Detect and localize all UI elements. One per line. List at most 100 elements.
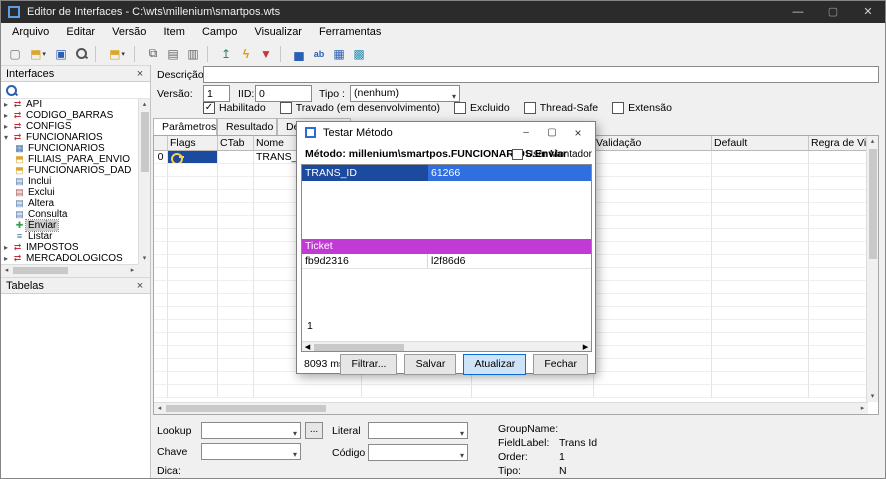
tree-item-api[interactable]: ▸ ⇄ API [1,99,138,110]
grid-cell[interactable] [594,307,712,320]
grid-cell[interactable] [218,359,254,372]
grid-cell[interactable] [218,190,254,203]
filter-funnel-icon[interactable]: ▼ [256,45,276,63]
menu-item[interactable]: Item [156,23,191,41]
tree-item-funcionarios-dad[interactable]: ⬒ FUNCIONARIOS_DAD [1,165,138,176]
grid-cell[interactable] [809,216,868,229]
grid-cell[interactable] [809,385,868,398]
scroll-thumb[interactable] [869,149,877,259]
grid-cell[interactable] [218,177,254,190]
grid-cell[interactable] [168,190,218,203]
fechar-button[interactable]: Fechar [533,354,588,375]
grid-cell[interactable] [712,385,809,398]
lookup-more-button[interactable]: ... [305,422,323,439]
grid-cell[interactable] [168,307,218,320]
search-icon[interactable] [5,84,18,97]
grid-cell[interactable] [809,307,868,320]
grid-column-header[interactable]: Validação [594,136,712,151]
checkbox-habilitado[interactable]: ✓ Habilitado [203,102,266,114]
chevron-right-icon[interactable]: ▸ [1,253,11,264]
lightning-icon[interactable]: ϟ [236,45,256,63]
grid-cell[interactable] [712,229,809,242]
descricao-input[interactable] [203,66,879,83]
grid-column-header[interactable] [154,136,168,151]
grid-cell[interactable] [712,203,809,216]
grid-cell[interactable] [154,242,168,255]
tree-item-inclui[interactable]: ▤ Inclui [1,176,138,187]
grid-column-header[interactable]: Default [712,136,809,151]
scroll-right-icon[interactable]: ▸ [580,342,591,352]
tree-item-codigo-barras[interactable]: ▸ ⇄ CODIGO_BARRAS [1,110,138,121]
grid-cell[interactable] [218,333,254,346]
grid-cell[interactable] [168,255,218,268]
grid-cell[interactable] [712,151,809,164]
tree-item-altera[interactable]: ▤ Altera [1,198,138,209]
grid-cell[interactable] [168,203,218,216]
grid-cell[interactable] [154,385,168,398]
chart-icon[interactable]: ▅ [289,45,309,63]
grid-cell[interactable] [168,294,218,307]
grid-vertical-scrollbar[interactable]: ▴ ▾ [866,136,878,402]
grid-cell[interactable] [218,320,254,333]
open-file-icon[interactable]: ⬒ ▾ [25,45,51,63]
grid-cell[interactable] [168,216,218,229]
tree-item-filiais-para-envio[interactable]: ⬒ FILIAIS_PARA_ENVIO [1,154,138,165]
checkbox-extensao[interactable]: Extensão [612,102,672,114]
checkbox-excluido[interactable]: Excluido [454,102,510,114]
menu-visualizar[interactable]: Visualizar [247,23,309,41]
param-value-cell[interactable]: 61266 [428,165,591,181]
grid-cell[interactable] [594,281,712,294]
grid-cell[interactable] [594,203,712,216]
grid-cell[interactable] [712,242,809,255]
grid-cell[interactable] [168,320,218,333]
grid-cell[interactable] [168,359,218,372]
grid-cell[interactable] [594,346,712,359]
grid-cell[interactable] [168,151,218,164]
grid-cell[interactable] [594,177,712,190]
grid-cell[interactable] [809,203,868,216]
scroll-left-icon[interactable]: ◂ [302,342,313,352]
grid-cell[interactable] [218,255,254,268]
grid-cell[interactable] [594,320,712,333]
scroll-up-icon[interactable]: ▴ [867,136,878,147]
codigo-combo[interactable]: ▾ [368,444,468,461]
grid-cell[interactable] [809,359,868,372]
menu-arquivo[interactable]: Arquivo [5,23,56,41]
grid-cell[interactable] [154,190,168,203]
grid-cell[interactable] [712,307,809,320]
grid-cell[interactable] [154,203,168,216]
dialog-minimize-button[interactable]: – [513,122,539,144]
chevron-right-icon[interactable]: ▸ [1,99,11,110]
scroll-right-icon[interactable]: ▸ [857,403,868,414]
grid-cell[interactable] [594,151,712,164]
grid-icon[interactable]: ▩ [349,45,369,63]
filtrar-button[interactable]: Filtrar... [340,354,398,375]
scroll-right-icon[interactable]: ▸ [127,265,138,276]
grid-cell[interactable] [809,281,868,294]
grid-cell[interactable] [168,281,218,294]
chevron-right-icon[interactable]: ▸ [1,242,11,253]
grid-cell[interactable] [154,216,168,229]
folder-icon[interactable]: ⬒ ▾ [104,45,130,63]
grid-column-header[interactable]: Regra de Visibilidade [809,136,868,151]
grid-cell[interactable] [218,268,254,281]
grid-cell[interactable] [154,294,168,307]
tree-item-funcionarios[interactable]: ▾ ⇄ FUNCIONARIOS [1,132,138,143]
close-button[interactable]: ✕ [851,1,885,23]
tree-item-configs[interactable]: ▸ ⇄ CONFIGS [1,121,138,132]
menu-campo[interactable]: Campo [195,23,244,41]
grid-column-header[interactable]: Flags [168,136,218,151]
grid-cell[interactable] [809,320,868,333]
grid-cell[interactable] [154,255,168,268]
grid-cell[interactable] [218,281,254,294]
tab-parametros[interactable]: Parâmetros [153,118,217,135]
grid-cell[interactable] [712,216,809,229]
scroll-left-icon[interactable]: ◂ [1,265,12,276]
grid-cell[interactable] [594,190,712,203]
ticket-row[interactable]: fb9d2316 l2f86d6 [302,254,591,269]
scroll-thumb[interactable] [166,405,326,412]
dialog-maximize-button[interactable]: ▢ [539,122,565,144]
grid-cell[interactable] [218,164,254,177]
grid-cell[interactable] [594,255,712,268]
grid-cell[interactable] [154,359,168,372]
